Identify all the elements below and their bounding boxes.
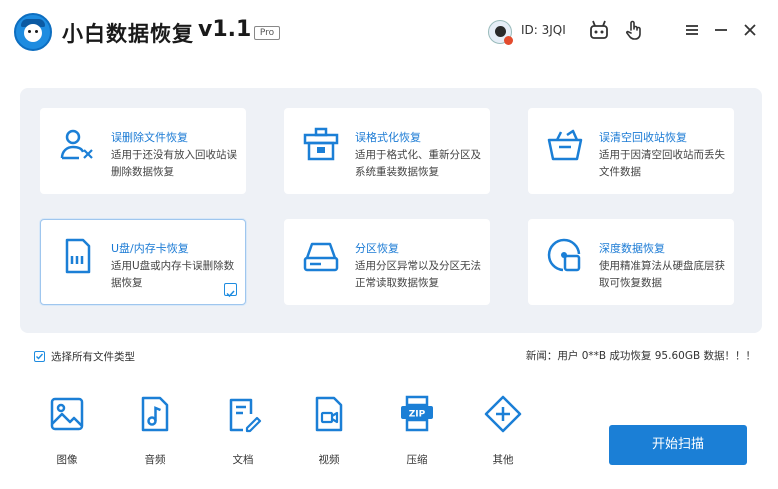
- card-description: 使用精准算法从硬盘底层获取可恢复数据: [599, 260, 725, 289]
- select-all-label: 选择所有文件类型: [51, 351, 135, 363]
- card-selected-checkbox[interactable]: [224, 283, 237, 298]
- start-scan-button[interactable]: 开始扫描: [609, 425, 747, 465]
- robot-icon[interactable]: [587, 18, 611, 42]
- file-type-video[interactable]: 视频: [304, 394, 354, 467]
- card-usb-card-recovery[interactable]: U盘/内存卡恢复 适用U盘或内存卡误删除数据恢复: [40, 219, 246, 305]
- file-type-label: 压缩: [406, 454, 428, 466]
- menu-icon[interactable]: [680, 18, 704, 42]
- plus-icon: [483, 394, 523, 434]
- card-description: 适用于还没有放入回收站误删除数据恢复: [111, 149, 237, 178]
- file-type-audio[interactable]: 音频: [130, 394, 180, 467]
- app-version: v1.1: [198, 17, 252, 42]
- file-type-label: 音频: [144, 454, 166, 466]
- recovery-mode-panel: 误删除文件恢复 适用于还没有放入回收站误删除数据恢复 误格式化恢复 适用于格式化…: [20, 88, 762, 333]
- file-type-label: 文档: [232, 454, 254, 466]
- card-description: 适用于格式化、重新分区及系统重装数据恢复: [355, 149, 481, 178]
- deep-scan-icon: [545, 236, 585, 276]
- file-type-other[interactable]: 其他: [478, 394, 528, 467]
- check-icon: [36, 353, 44, 360]
- minimize-icon[interactable]: [709, 18, 733, 42]
- file-type-label: 其他: [492, 454, 514, 466]
- card-description: 适用U盘或内存卡误删除数据恢复: [111, 260, 235, 289]
- app-logo-icon: [14, 13, 52, 51]
- card-description: 适用分区异常以及分区无法正常读取数据恢复: [355, 260, 481, 289]
- drive-icon: [301, 236, 341, 276]
- document-icon: [223, 394, 263, 434]
- basket-icon: [545, 125, 585, 165]
- file-type-image[interactable]: 图像: [42, 394, 92, 467]
- select-all-file-types[interactable]: 选择所有文件类型: [34, 349, 135, 364]
- user-id: ID: 3JQI: [521, 23, 566, 37]
- image-icon: [47, 394, 87, 434]
- music-icon: [135, 394, 175, 434]
- format-icon: [301, 125, 341, 165]
- app-title: 小白数据恢复: [62, 22, 194, 46]
- card-title: U盘/内存卡恢复: [111, 242, 189, 255]
- card-title: 误格式化恢复: [355, 131, 421, 144]
- news-ticker: 新闻：用户 0**B 成功恢复 95.60GB 数据！！！: [525, 350, 756, 362]
- card-deleted-file-recovery[interactable]: 误删除文件恢复 适用于还没有放入回收站误删除数据恢复: [40, 108, 246, 194]
- card-title: 误清空回收站恢复: [599, 131, 687, 144]
- user-avatar[interactable]: [488, 20, 513, 45]
- title-bar: 小白数据恢复 v1.1 Pro ID: 3JQI: [0, 0, 778, 66]
- file-type-label: 图像: [56, 454, 78, 466]
- svg-text:ZIP: ZIP: [409, 410, 426, 420]
- card-title: 分区恢复: [355, 242, 399, 255]
- check-icon: [226, 290, 235, 298]
- card-title: 深度数据恢复: [599, 242, 665, 255]
- file-type-archive[interactable]: ZIP 压缩: [392, 394, 442, 467]
- sd-card-icon: [57, 236, 97, 276]
- video-icon: [309, 394, 349, 434]
- card-title: 误删除文件恢复: [111, 131, 188, 144]
- pro-badge: Pro: [254, 26, 280, 40]
- card-recycle-bin-recovery[interactable]: 误清空回收站恢复 适用于因清空回收站而丢失文件数据: [528, 108, 734, 194]
- card-deep-recovery[interactable]: 深度数据恢复 使用精准算法从硬盘底层获取可恢复数据: [528, 219, 734, 305]
- close-icon[interactable]: [738, 18, 762, 42]
- card-format-recovery[interactable]: 误格式化恢复 适用于格式化、重新分区及系统重装数据恢复: [284, 108, 490, 194]
- pointer-hand-icon[interactable]: [622, 18, 646, 42]
- card-partition-recovery[interactable]: 分区恢复 适用分区异常以及分区无法正常读取数据恢复: [284, 219, 490, 305]
- file-type-document[interactable]: 文档: [218, 394, 268, 467]
- select-all-checkbox[interactable]: [34, 351, 45, 362]
- card-description: 适用于因清空回收站而丢失文件数据: [599, 149, 725, 178]
- zip-icon: ZIP: [397, 394, 437, 434]
- file-type-label: 视频: [318, 454, 340, 466]
- user-delete-icon: [57, 125, 97, 165]
